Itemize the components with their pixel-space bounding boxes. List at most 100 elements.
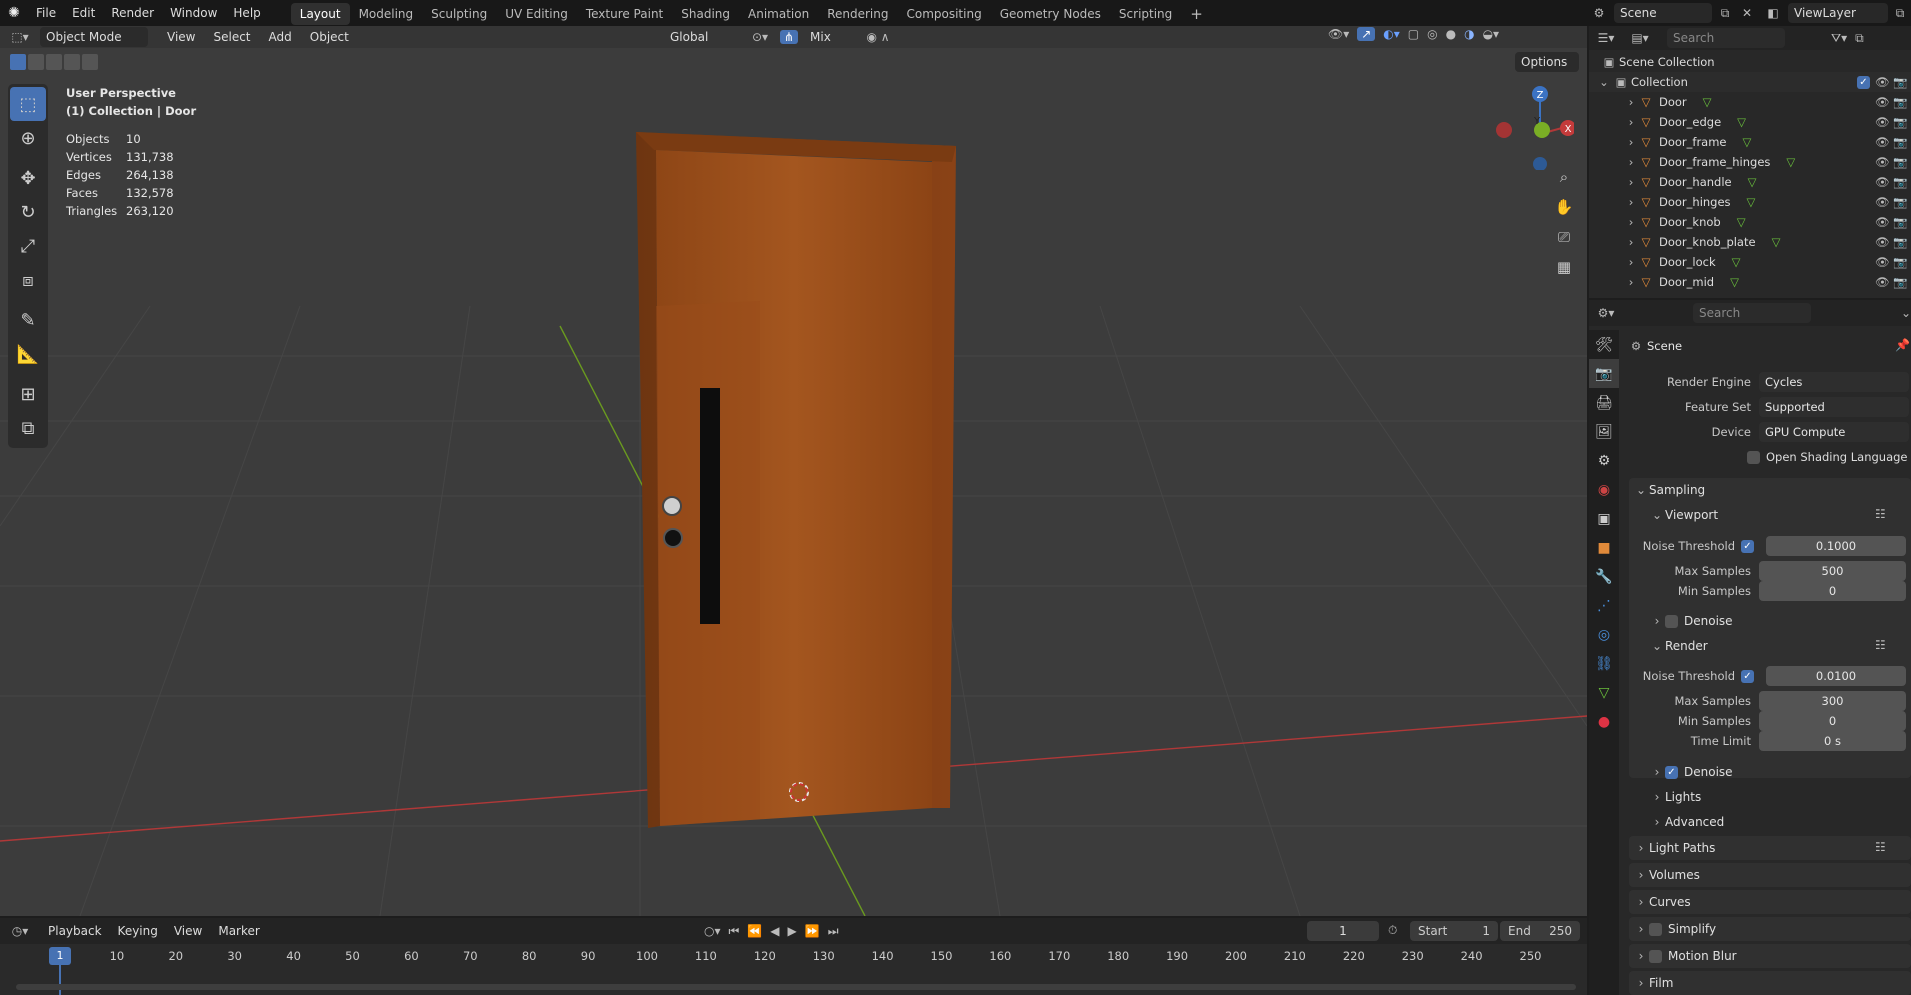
render-noise-threshold-checkbox[interactable]: ✓ — [1741, 670, 1754, 683]
object-tab-icon[interactable]: ■ — [1589, 533, 1619, 562]
chevron-right-icon[interactable]: › — [1589, 155, 1634, 169]
zoom-icon[interactable]: ⌕ — [1551, 164, 1577, 190]
view-layer-tab-icon[interactable]: 🖼 — [1589, 417, 1619, 446]
camera-icon[interactable]: 📷 — [1893, 115, 1907, 129]
advanced-subpanel-header[interactable]: › Advanced — [1649, 810, 1725, 834]
add-object-tool-icon[interactable]: ⧉ — [8, 411, 48, 445]
render-denoise-header[interactable]: › ✓ Denoise — [1649, 760, 1733, 784]
simplify-panel-header[interactable]: › Simplify — [1633, 917, 1716, 941]
collection-row[interactable]: ⌄ ▣ Collection ✓ 👁 📷 — [1589, 72, 1911, 92]
modifier-tab-icon[interactable]: 🔧 — [1589, 562, 1619, 591]
viewport-menu-select[interactable]: Select — [204, 30, 259, 44]
overlay-toggle-icon[interactable]: ◐▾ — [1383, 27, 1400, 41]
timeline-scrollbar[interactable] — [16, 984, 1576, 990]
viewport-menu-add[interactable]: Add — [260, 30, 301, 44]
properties-search-input[interactable]: Search — [1692, 303, 1811, 323]
3d-cursor-icon[interactable] — [785, 778, 813, 806]
visibility-toggle-icon[interactable]: 👁▾ — [1328, 27, 1349, 41]
material-shading-icon[interactable]: ◑ — [1464, 27, 1474, 41]
play-reverse-icon[interactable]: ◀ — [770, 924, 779, 938]
motion-blur-checkbox[interactable] — [1649, 949, 1662, 963]
data-tab-icon[interactable]: ▽ — [1589, 678, 1619, 707]
3d-viewport[interactable]: ⬚▾ Object Mode View Select Add Object Gl… — [0, 26, 1587, 916]
proportional-editing-icon[interactable]: ◉ ∧ — [860, 30, 896, 44]
render-max-samples-field[interactable]: 300 — [1759, 691, 1906, 711]
workspace-tab-scripting[interactable]: Scripting — [1110, 3, 1181, 25]
select-box-tool-icon[interactable]: ⬚ — [10, 87, 46, 121]
chevron-right-icon[interactable]: › — [1589, 115, 1634, 129]
timeline-menu-marker[interactable]: Marker — [210, 924, 267, 938]
eye-icon[interactable]: 👁 — [1875, 215, 1890, 229]
eye-icon[interactable]: 👁 — [1875, 95, 1890, 109]
solid-shading-icon[interactable]: ● — [1446, 27, 1456, 41]
outliner-object-row[interactable]: › ▽ Door_knob_plate ▽ 👁 📷 — [1589, 232, 1911, 252]
editor-type-icon[interactable]: ⬚▾ — [0, 30, 40, 44]
particles-tab-icon[interactable]: ⋰ — [1589, 591, 1619, 620]
chevron-right-icon[interactable]: › — [1589, 235, 1634, 249]
auto-keying-icon[interactable]: ○▾ — [704, 924, 721, 938]
preview-range-icon[interactable]: ⏱ — [1388, 923, 1397, 938]
workspace-tab-modeling[interactable]: Modeling — [350, 3, 423, 25]
chevron-right-icon[interactable]: › — [1589, 135, 1634, 149]
transform-tool-icon[interactable]: ⧈ — [8, 263, 48, 297]
menu-help[interactable]: Help — [225, 0, 268, 26]
outliner-object-row[interactable]: › ▽ Door_mid ▽ 👁 📷 — [1589, 272, 1911, 292]
timeline-menu-keying[interactable]: Keying — [110, 924, 166, 938]
annotate-tool-icon[interactable]: ✎ — [8, 303, 48, 337]
camera-icon[interactable]: 📷 — [1893, 135, 1907, 149]
camera-icon[interactable]: 📷 — [1893, 255, 1907, 269]
chevron-right-icon[interactable]: › — [1589, 95, 1634, 109]
start-frame-field[interactable]: Start 1 — [1410, 921, 1498, 941]
viewport-noise-threshold-field[interactable]: 0.1000 — [1766, 536, 1906, 556]
eye-icon[interactable]: 👁 — [1875, 155, 1890, 169]
workspace-tab-shading[interactable]: Shading — [672, 3, 739, 25]
pivot-point-icon[interactable]: ⊙▾ — [746, 30, 774, 44]
viewport-menu-view[interactable]: View — [158, 30, 204, 44]
door-model[interactable] — [620, 126, 960, 836]
outliner-object-row[interactable]: › ▽ Door_handle ▽ 👁 📷 — [1589, 172, 1911, 192]
render-denoise-checkbox[interactable]: ✓ — [1665, 765, 1678, 779]
viewport-min-samples-field[interactable]: 0 — [1759, 581, 1906, 601]
osl-row[interactable]: Open Shading Language — [1747, 447, 1908, 467]
light-paths-presets-icon[interactable]: ☷ — [1875, 840, 1886, 854]
new-scene-icon[interactable]: ⧉ — [1716, 6, 1734, 21]
tool-tab-icon[interactable]: 🛠 — [1589, 330, 1619, 359]
render-min-samples-field[interactable]: 0 — [1759, 711, 1906, 731]
blender-logo-icon[interactable]: ✺ — [0, 0, 28, 26]
light-paths-panel-header[interactable]: › Light Paths — [1633, 836, 1716, 860]
workspace-tab-compositing[interactable]: Compositing — [897, 3, 990, 25]
display-mode-icon[interactable]: ▤▾ — [1623, 31, 1657, 45]
properties-editor-type-icon[interactable]: ⚙▾ — [1589, 306, 1623, 320]
camera-icon[interactable]: 📷 — [1893, 95, 1907, 109]
eye-icon[interactable]: 👁 — [1875, 115, 1890, 129]
physics-tab-icon[interactable]: ◎ — [1589, 620, 1619, 649]
cursor-tool-icon[interactable]: ⊕ — [8, 121, 48, 155]
camera-icon[interactable]: 📷 — [1893, 195, 1907, 209]
render-presets-list-icon[interactable]: ☷ — [1875, 638, 1886, 652]
jump-end-icon[interactable]: ⏭ — [828, 924, 839, 939]
eye-icon[interactable]: 👁 — [1875, 235, 1890, 249]
select-invert-icon[interactable] — [64, 54, 80, 70]
mode-selector[interactable]: Object Mode — [40, 27, 148, 47]
outliner-object-row[interactable]: › ▽ Door_frame ▽ 👁 📷 — [1589, 132, 1911, 152]
camera-icon[interactable]: 📷 — [1893, 235, 1907, 249]
material-tab-icon[interactable]: ● — [1589, 707, 1619, 736]
camera-icon[interactable]: 📷 — [1893, 75, 1907, 89]
presets-list-icon[interactable]: ☷ — [1875, 507, 1886, 521]
jump-keyframe-forward-icon[interactable]: ⏩ — [805, 924, 820, 938]
workspace-tab-geometry-nodes[interactable]: Geometry Nodes — [991, 3, 1110, 25]
workspace-tab-layout[interactable]: Layout — [290, 3, 350, 25]
eye-icon[interactable]: 👁 — [1875, 75, 1890, 89]
select-new-icon[interactable] — [10, 54, 26, 70]
pan-hand-icon[interactable]: ✋ — [1551, 194, 1577, 220]
timeline-menu-playback[interactable]: Playback — [40, 924, 110, 938]
eye-icon[interactable]: 👁 — [1875, 195, 1890, 209]
workspace-tab-rendering[interactable]: Rendering — [818, 3, 897, 25]
properties-options-icon[interactable]: ⌄ — [1901, 306, 1911, 320]
render-engine-dropdown[interactable]: Cycles — [1759, 372, 1909, 392]
menu-file[interactable]: File — [28, 0, 64, 26]
outliner-object-row[interactable]: › ▽ Door_lock ▽ 👁 📷 — [1589, 252, 1911, 272]
transform-orientation-dropdown[interactable]: Global — [664, 27, 740, 47]
camera-icon[interactable]: 📷 — [1893, 215, 1907, 229]
render-tab-icon[interactable]: 📷 — [1589, 359, 1619, 388]
